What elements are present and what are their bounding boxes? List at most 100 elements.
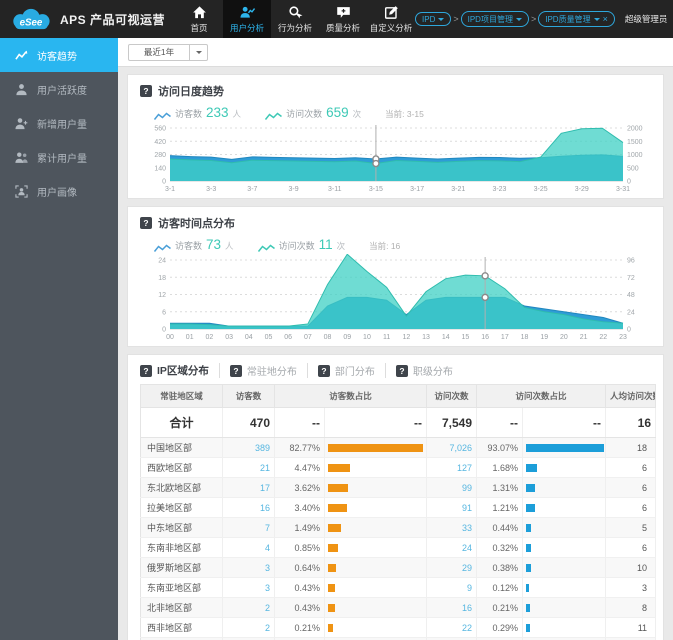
help-icon[interactable]: ? [140, 85, 152, 97]
visitors-count: 3 [222, 577, 275, 598]
legend-label: 访客数 [175, 241, 203, 251]
visitors-bar-cell [324, 577, 428, 598]
nav-item-behavior-analysis[interactable]: 行为分析 [271, 0, 319, 38]
per-capita: 18 [605, 437, 657, 458]
svg-text:15: 15 [462, 334, 470, 341]
sidebar-item-user-portrait[interactable]: 用户画像 [0, 174, 118, 208]
svg-text:24: 24 [158, 258, 166, 265]
breadcrumb-pill[interactable]: IPD质量管理 × [538, 11, 615, 27]
region-name: 东北欧地区部 [140, 477, 223, 498]
visits-count: 16 [426, 597, 478, 618]
close-icon[interactable]: × [603, 14, 608, 24]
hourly-title: 访客时间点分布 [158, 218, 235, 230]
total-visits-bar: -- [522, 407, 607, 438]
nav-item-quality-analysis[interactable]: 质量分析 [319, 0, 367, 38]
visitors-bar-cell [324, 557, 428, 578]
date-range-button[interactable]: 最近1年 [128, 43, 190, 61]
visitors-bar [328, 543, 338, 552]
visits-pct: 1.21% [476, 497, 524, 518]
tab-3[interactable]: ? 职级分布 [384, 363, 463, 378]
sidebar-item-users-total[interactable]: 累计用户量 [0, 140, 118, 174]
svg-text:14: 14 [442, 334, 450, 341]
visitors-bar-cell [324, 437, 428, 458]
legend-value: 73 [206, 237, 222, 252]
per-capita: 5 [605, 517, 657, 538]
col-visitors-pct: 访客数占比 [273, 384, 428, 408]
visits-pct: 0.21% [476, 597, 524, 618]
visitors-bar-cell [324, 537, 428, 558]
svg-text:3-15: 3-15 [369, 186, 383, 193]
svg-text:560: 560 [154, 126, 166, 133]
sidebar-item-label: 访客趋势 [37, 51, 77, 63]
svg-text:20: 20 [560, 334, 568, 341]
esee-logo[interactable]: eSee [0, 0, 60, 38]
visitors-bar-cell [324, 517, 428, 538]
per-capita: 6 [605, 537, 657, 558]
daily-trend-chart[interactable]: 0 0 140 500 280 1000 420 1500 560 2000 3-1 3-3 3-7 3-… [140, 122, 655, 194]
sidebar-item-user-active[interactable]: 用户活跃度 [0, 72, 118, 106]
total-visitors-pct: -- [274, 407, 325, 438]
table-row: 西非地区部 2 0.21% 22 0.29% 11 [140, 617, 657, 638]
distribution-tabs: ? IP区域分布? 常驻地分布? 部门分布? 职级分布 [140, 363, 651, 378]
nav-item-label: 质量分析 [326, 22, 361, 33]
svg-text:06: 06 [284, 334, 292, 341]
tab-1[interactable]: ? 常驻地分布 [218, 363, 307, 378]
tab-2[interactable]: ? 部门分布 [306, 363, 385, 378]
sidebar-item-label: 用户画像 [37, 187, 77, 199]
breadcrumb-pill[interactable]: IPD [415, 12, 452, 26]
daily-trend-title: 访问日度趋势 [158, 86, 224, 98]
cloud-logo-icon: eSee [13, 8, 50, 30]
visitors-count: 389 [222, 437, 275, 458]
legend-item: 访问次数 659 次 [264, 105, 361, 120]
visits-count: 33 [426, 517, 478, 538]
visitors-count: 2 [222, 597, 275, 618]
visitors-count: 4 [222, 537, 275, 558]
zigzag-icon [257, 240, 275, 252]
per-capita: 11 [605, 617, 657, 638]
breadcrumb-label: IPD [422, 14, 436, 24]
visits-bar [526, 543, 531, 552]
chevron-down-icon [593, 17, 600, 21]
date-range-dropdown-button[interactable] [190, 43, 208, 61]
per-capita: 6 [605, 457, 657, 478]
sidebar-item-trend[interactable]: 访客趋势 [0, 38, 118, 72]
svg-text:21: 21 [580, 334, 588, 341]
visits-pct: 1.31% [476, 477, 524, 498]
nav-item-user-analysis[interactable]: 用户分析 [223, 0, 272, 38]
user-analysis-icon [239, 5, 255, 20]
visitors-bar [328, 523, 341, 532]
breadcrumb: IPD > IPD项目管理 > IPD质量管理 × [415, 11, 615, 27]
visits-bar [526, 463, 537, 472]
visitors-pct: 0.64% [274, 557, 325, 578]
nav-item-custom-analysis[interactable]: 自定义分析 [367, 0, 415, 38]
current-value-label: 当前: 3-15 [385, 109, 424, 119]
main-layout: 访客趋势用户活跃度 新增用户量 累计用户量用户画像 最近1年 ? 访问日度趋势 访客… [0, 38, 673, 640]
total-label: 合计 [140, 407, 223, 438]
total-visits-pct: -- [476, 407, 524, 438]
visitors-pct: 0.85% [274, 537, 325, 558]
breadcrumb-pill[interactable]: IPD项目管理 [460, 11, 529, 27]
hourly-distribution-chart[interactable]: 0 06 2412 4818 7224 9600 01 02 03 04 05 06 07 08 09 10 1… [140, 254, 655, 342]
tab-label: 职级分布 [412, 367, 453, 378]
legend-item: 访客数 233 人 [153, 105, 241, 120]
region-name: 西欧地区部 [140, 457, 223, 478]
nav-item-home[interactable]: 首页 [175, 0, 223, 38]
chevron-down-icon [515, 17, 522, 21]
legend-item: 访客数 73 人 [153, 237, 234, 252]
svg-text:22: 22 [599, 334, 607, 341]
legend-unit: 次 [336, 241, 346, 251]
region-name: 中国地区部 [140, 437, 223, 458]
visitors-pct: 3.62% [274, 477, 325, 498]
table-row: 东南非地区部 4 0.85% 24 0.32% 6 [140, 537, 657, 558]
svg-text:00: 00 [166, 334, 174, 341]
svg-text:3-9: 3-9 [288, 186, 298, 193]
legend-value: 233 [206, 105, 229, 120]
visits-bar-cell [522, 577, 607, 598]
visits-pct: 1.68% [476, 457, 524, 478]
nav-item-label: 用户分析 [230, 22, 265, 33]
sidebar-item-user-add[interactable]: 新增用户量 [0, 106, 118, 140]
help-icon[interactable]: ? [140, 217, 152, 229]
tab-0[interactable]: ? IP区域分布 [140, 363, 219, 378]
table-row: 拉美地区部 16 3.40% 91 1.21% 6 [140, 497, 657, 518]
help-icon: ? [317, 364, 330, 377]
